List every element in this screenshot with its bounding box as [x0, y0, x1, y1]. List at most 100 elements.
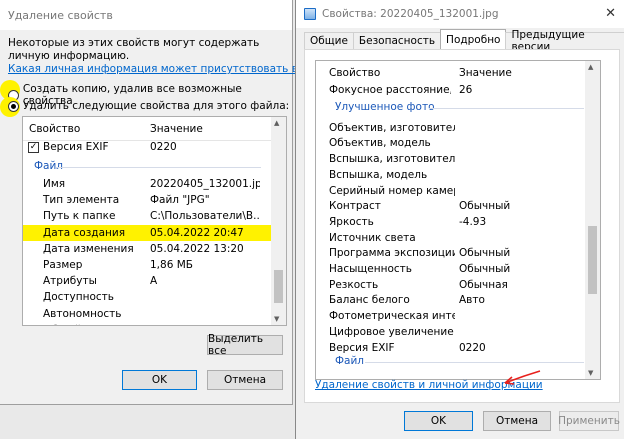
list-item[interactable]: Вспышка, изготовитель [316, 151, 586, 167]
property-label: Вспышка, модель [329, 168, 428, 181]
property-label: Доступность [43, 291, 114, 304]
list-item[interactable]: Путь к папке C:\Пользователи\В... [23, 208, 271, 224]
property-value: Авто [459, 294, 485, 307]
property-label: Источник света [329, 231, 416, 244]
list-item[interactable]: Автономность [23, 306, 271, 322]
cancel-button[interactable]: Отмена [483, 411, 551, 431]
tab-general[interactable]: Общие [304, 32, 354, 49]
property-label: Дата изменения [43, 242, 134, 255]
list-item[interactable]: Тип элемента Файл "JPG" [23, 192, 271, 208]
property-label: Общий доступ [43, 324, 123, 325]
list-item[interactable]: Дата изменения 05.04.2022 13:20 [23, 241, 271, 257]
details-list[interactable]: Свойство Значение Фокусное расстояние, э… [315, 60, 601, 380]
group-file: Файл [34, 160, 261, 172]
scroll-up-icon[interactable]: ▲ [588, 63, 593, 71]
property-label: Дата создания [43, 226, 126, 239]
property-label: Фотометрическая интер... [329, 310, 455, 323]
property-value: Файл "JPG" [150, 194, 210, 207]
list-item[interactable]: ✓ Версия EXIF 0220 [23, 139, 271, 155]
close-icon[interactable]: ✕ [605, 6, 616, 21]
properties-list[interactable]: Свойство Значение ✓ Версия EXIF 0220 Фай… [22, 116, 287, 326]
tab-details[interactable]: Подробно [440, 29, 507, 49]
group-file-label: Файл [34, 160, 64, 172]
group-enhanced-photo: Улучшенное фото [335, 101, 584, 113]
list-item[interactable]: Доступность [23, 289, 271, 305]
tab-security[interactable]: Безопасность [352, 32, 442, 49]
group-divider [365, 362, 584, 363]
file-icon [304, 8, 316, 20]
list-item[interactable]: Общий доступ [23, 322, 271, 325]
property-value: Обычная [459, 278, 508, 291]
scroll-up-icon[interactable]: ▲ [274, 119, 279, 127]
radio-remove-selected[interactable] [8, 100, 19, 112]
list-item[interactable]: Цифровое увеличение [316, 324, 586, 340]
property-label: Программа экспозиции [329, 247, 455, 260]
property-label: Яркость [329, 215, 374, 228]
property-label: Объектив, модель [329, 137, 431, 150]
personal-info-link[interactable]: Какая личная информация может присутство… [8, 63, 342, 75]
property-label: Путь к папке [43, 210, 116, 223]
list-item[interactable]: Объектив, изготовитель [316, 120, 586, 136]
property-value: 26 [459, 83, 473, 96]
vertical-scrollbar[interactable]: ▲ ▼ [585, 61, 600, 379]
property-label: Тип элемента [43, 194, 120, 207]
property-value: 0220 [150, 141, 177, 153]
property-value: 0220 [459, 341, 486, 354]
list-item[interactable]: Контраст Обычный [316, 199, 586, 215]
list-item[interactable]: Дата создания 05.04.2022 20:47 [23, 224, 271, 241]
cancel-button[interactable]: Отмена [207, 370, 283, 390]
option-remove-selected-label: Удалить следующие свойства для этого фай… [23, 100, 290, 112]
ok-button[interactable]: OK [404, 411, 473, 431]
file-properties-window: Свойства: 20220405_132001.jpg ✕ Общие Бе… [295, 0, 624, 439]
column-value[interactable]: Значение [150, 123, 203, 135]
intro-text: Некоторые из этих свойств могут содержат… [8, 37, 260, 62]
property-label: Вспышка, изготовитель [329, 153, 455, 166]
list-item[interactable]: Яркость -4.93 [316, 214, 586, 230]
select-all-button[interactable]: Выделить все [207, 333, 283, 357]
property-label: Баланс белого [329, 294, 410, 307]
tab-previous-versions[interactable]: Предыдущие версии [505, 29, 624, 53]
column-property[interactable]: Свойство [329, 67, 380, 79]
list-item[interactable]: Версия EXIF 0220 [316, 340, 586, 356]
tab-bar: Общие Безопасность Подробно Предыдущие в… [304, 29, 624, 53]
column-value[interactable]: Значение [459, 67, 512, 79]
list-item[interactable]: Размер 1,86 МБ [23, 257, 271, 273]
ok-button[interactable]: OK [122, 370, 197, 390]
scroll-down-icon[interactable]: ▼ [588, 369, 593, 377]
property-label: Атрибуты [43, 275, 97, 288]
list-item[interactable]: Вспышка, модель [316, 167, 586, 183]
list-item[interactable]: Имя 20220405_132001.jpg [23, 176, 271, 192]
apply-button[interactable]: Применить [558, 411, 620, 431]
property-label: Цифровое увеличение [329, 325, 454, 338]
option-remove-selected[interactable]: Удалить следующие свойства для этого фай… [8, 100, 289, 112]
group-file: Файл [335, 355, 584, 367]
checkbox-exif[interactable]: ✓ [28, 141, 39, 153]
list-item[interactable]: Атрибуты A [23, 273, 271, 289]
scroll-down-icon[interactable]: ▼ [274, 315, 279, 323]
list-item[interactable]: Резкость Обычная [316, 277, 586, 293]
property-label: Фокусное расстояние, э... [329, 83, 451, 96]
property-label: Серийный номер камеры [329, 184, 455, 197]
property-value: C:\Пользователи\В... [150, 210, 260, 223]
list-item[interactable]: Источник света [316, 230, 586, 246]
column-property[interactable]: Свойство [29, 123, 80, 135]
scroll-thumb[interactable] [588, 226, 597, 294]
list-item[interactable]: Программа экспозиции Обычный [316, 246, 586, 262]
property-label: Версия EXIF [43, 141, 109, 153]
property-value: 05.04.2022 13:20 [150, 242, 244, 255]
list-item[interactable]: Фокусное расстояние, э... 26 [316, 82, 586, 98]
group-enhanced-photo-label: Улучшенное фото [335, 101, 435, 113]
property-value: Обычный [459, 200, 511, 213]
list-item[interactable]: Объектив, модель [316, 136, 586, 152]
property-label: Объектив, изготовитель [329, 121, 455, 134]
scroll-thumb[interactable] [274, 270, 283, 303]
property-value: A [150, 275, 158, 288]
list-item[interactable]: Серийный номер камеры [316, 183, 586, 199]
vertical-scrollbar[interactable]: ▲ ▼ [271, 117, 286, 325]
dialog-title: Удаление свойств [8, 8, 113, 22]
list-item[interactable]: Баланс белого Авто [316, 293, 586, 309]
list-item[interactable]: Фотометрическая интер... [316, 308, 586, 324]
list-item[interactable]: Насыщенность Обычный [316, 261, 586, 277]
property-value: 1,86 МБ [150, 259, 193, 271]
property-label: Размер [43, 259, 83, 271]
